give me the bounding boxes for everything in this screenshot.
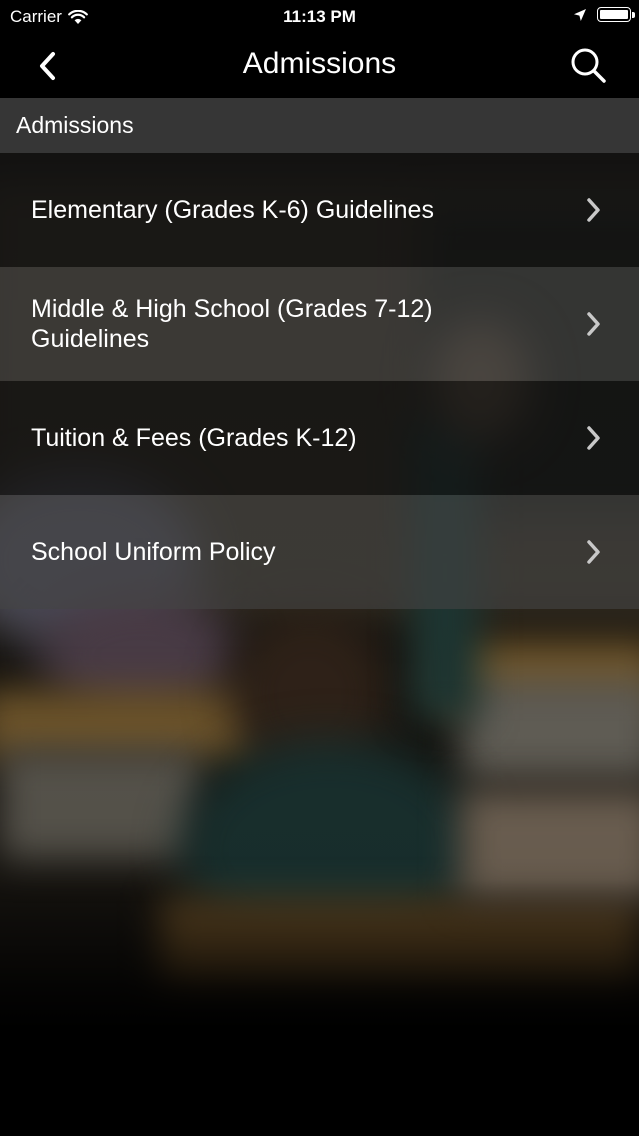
navigation-bar: Admissions [0,34,639,98]
chevron-right-icon [587,426,600,450]
section-header: Admissions [0,98,639,153]
menu-list: Elementary (Grades K-6) Guidelines Middl… [0,153,639,609]
chevron-right-icon [587,540,600,564]
location-arrow-icon [574,8,586,21]
search-icon [571,48,606,83]
page-title: Admissions [242,47,397,80]
battery-level [600,10,628,19]
search-button[interactable] [569,46,609,86]
menu-item-middle-high-school-guidelines[interactable]: Middle & High School (Grades 7-12) Guide… [0,267,639,381]
menu-item-school-uniform-policy[interactable]: School Uniform Policy [0,495,639,609]
battery-icon [597,7,635,22]
chevron-right-icon [587,312,600,336]
menu-item-label: Tuition & Fees (Grades K-12) [31,424,357,452]
chevron-right-icon [587,198,600,222]
status-bar: Carrier 11:13 PM [0,0,639,34]
status-time: 11:13 PM [283,7,356,26]
status-right-icons [573,7,635,22]
menu-item-tuition-fees[interactable]: Tuition & Fees (Grades K-12) [0,381,639,495]
menu-item-label: Elementary (Grades K-6) Guidelines [31,196,434,224]
menu-item-label: School Uniform Policy [31,538,276,566]
menu-item-elementary-guidelines[interactable]: Elementary (Grades K-6) Guidelines [0,153,639,267]
menu-item-label: Middle & High School (Grades 7-12) Guide… [31,295,433,353]
